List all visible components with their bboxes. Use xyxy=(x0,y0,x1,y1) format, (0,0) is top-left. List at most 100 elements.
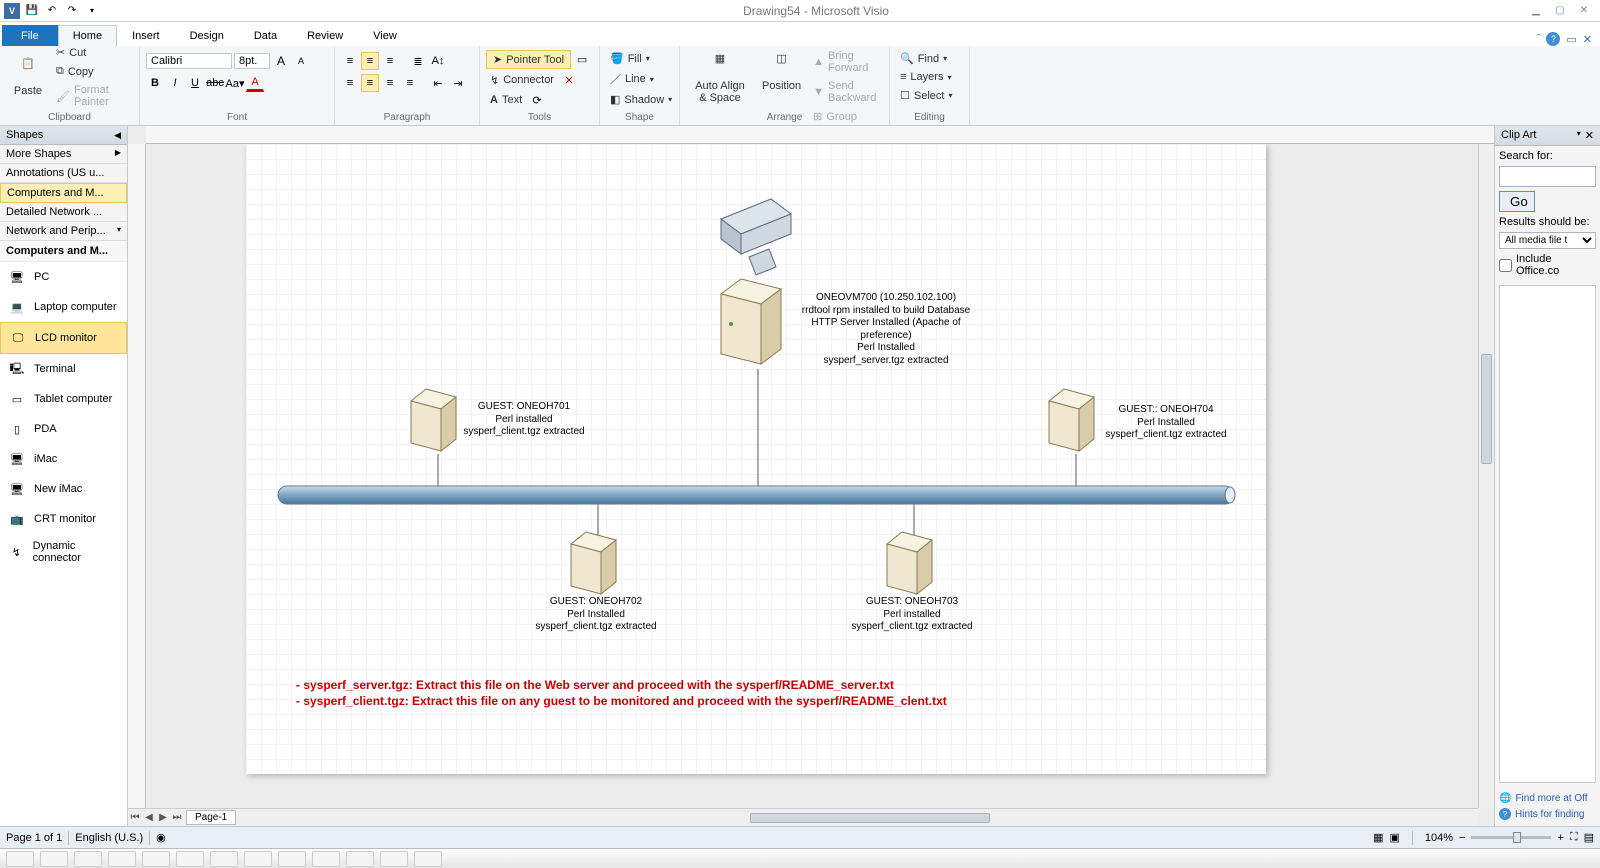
taskbar-item[interactable] xyxy=(74,851,102,867)
taskbar-item[interactable] xyxy=(312,851,340,867)
macro-record-icon[interactable]: ◉ xyxy=(156,831,166,844)
ribbon-minimize-icon[interactable]: ˆ xyxy=(1537,33,1541,45)
underline-button[interactable]: U xyxy=(186,74,204,92)
taskbar-item[interactable] xyxy=(40,851,68,867)
shape-pc[interactable]: 🖥PC xyxy=(0,262,127,292)
paste-button[interactable]: 📋 Paste xyxy=(6,53,50,101)
vertical-scrollbar[interactable] xyxy=(1478,144,1494,808)
fit-page-icon[interactable]: ⛶ xyxy=(1570,831,1578,844)
qat-more-icon[interactable]: ▾ xyxy=(84,3,100,19)
note-client[interactable]: - sysperf_client.tgz: Extract this file … xyxy=(296,694,947,708)
bullets-button[interactable]: ≣ xyxy=(409,52,427,70)
hints-link[interactable]: ?Hints for finding xyxy=(1499,806,1596,822)
align-top-button[interactable]: ≡ xyxy=(341,52,359,70)
hscroll-thumb[interactable] xyxy=(750,813,990,823)
align-center-button[interactable]: ≡ xyxy=(361,74,379,92)
bold-button[interactable]: B xyxy=(146,74,164,92)
guest702-label[interactable]: GUEST: ONEOH702 Perl Installed sysperf_c… xyxy=(531,596,661,634)
guest704-label[interactable]: GUEST:: ONEOH704 Perl Installed sysperf_… xyxy=(1101,404,1231,442)
text-tool-button[interactable]: AText xyxy=(486,92,526,108)
shape-dynamic-connector[interactable]: ↯Dynamic connector xyxy=(0,534,127,570)
stencil-computers[interactable]: Computers and M... xyxy=(0,183,127,203)
tab-file[interactable]: File xyxy=(2,25,58,46)
close-icon[interactable]: ✕ xyxy=(1576,3,1592,19)
find-more-link[interactable]: 🌐Find more at Off xyxy=(1499,791,1596,806)
shape-laptop[interactable]: 💻Laptop computer xyxy=(0,292,127,322)
align-right-button[interactable]: ≡ xyxy=(381,74,399,92)
zoom-slider[interactable] xyxy=(1471,836,1551,839)
guest701-label[interactable]: GUEST: ONEOH701 Perl installed sysperf_c… xyxy=(459,401,589,439)
taskbar-item[interactable] xyxy=(346,851,374,867)
indent-dec-button[interactable]: ⇤ xyxy=(429,74,447,92)
clipart-close-icon[interactable]: ✕ xyxy=(1585,129,1594,142)
case-button[interactable]: Aa▾ xyxy=(226,74,244,92)
tab-home[interactable]: Home xyxy=(58,25,117,47)
find-button[interactable]: 🔍Find▾ xyxy=(896,50,963,67)
connector-tool-button[interactable]: ↯Connector xyxy=(486,72,558,89)
zoom-label[interactable]: 104% xyxy=(1425,832,1453,844)
align-left-button[interactable]: ≡ xyxy=(341,74,359,92)
position-button[interactable]: ◫Position xyxy=(756,48,807,96)
server-main-shape[interactable] xyxy=(721,279,781,364)
font-color-button[interactable]: A xyxy=(246,74,264,92)
shadow-button[interactable]: ◧Shadow▾ xyxy=(606,91,673,108)
fill-button[interactable]: 🪣Fill▾ xyxy=(606,50,673,67)
send-backward-button[interactable]: ▼Send Backward xyxy=(809,78,883,106)
canvas-viewport[interactable]: ONEOVM700 (10.250.102.100) rrdtool rpm i… xyxy=(146,144,1494,808)
redo-icon[interactable]: ↷ xyxy=(64,3,80,19)
more-shapes-button[interactable]: More Shapes▶ xyxy=(0,145,127,164)
tab-design[interactable]: Design xyxy=(175,25,239,46)
collapse-shapes-icon[interactable]: ◀ xyxy=(114,130,121,141)
select-button[interactable]: ☐Select▾ xyxy=(896,87,963,104)
shape-new-imac[interactable]: 🖥New iMac xyxy=(0,474,127,504)
align-justify-button[interactable]: ≡ xyxy=(401,74,419,92)
clipart-search-input[interactable] xyxy=(1499,166,1596,187)
lang-status[interactable]: English (U.S.) xyxy=(75,832,143,844)
taskbar-item[interactable] xyxy=(142,851,170,867)
window-restore-icon[interactable]: ▭ xyxy=(1566,33,1576,46)
indent-inc-button[interactable]: ⇥ xyxy=(449,74,467,92)
media-type-select[interactable]: All media file t xyxy=(1499,232,1596,249)
rect-tool-icon[interactable]: ▭ xyxy=(573,51,591,69)
font-size-select[interactable] xyxy=(234,53,270,69)
delete-conn-icon[interactable]: ✕ xyxy=(560,71,578,89)
grow-font-icon[interactable]: A xyxy=(272,52,290,70)
horizontal-scrollbar[interactable] xyxy=(262,808,1478,826)
monitor-shape[interactable] xyxy=(721,199,791,275)
bring-forward-button[interactable]: ▲Bring Forward xyxy=(809,48,883,76)
shape-pda[interactable]: ▯PDA xyxy=(0,414,127,444)
italic-button[interactable]: I xyxy=(166,74,184,92)
shape-terminal[interactable]: 🖳Terminal xyxy=(0,354,127,384)
tab-view[interactable]: View xyxy=(358,25,412,46)
guest703-label[interactable]: GUEST: ONEOH703 Perl installed sysperf_c… xyxy=(847,596,977,634)
taskbar-item[interactable] xyxy=(210,851,238,867)
save-icon[interactable]: 💾 xyxy=(24,3,40,19)
taskbar-item[interactable] xyxy=(278,851,306,867)
taskbar-item[interactable] xyxy=(244,851,272,867)
shape-lcd-monitor[interactable]: 🖵LCD monitor xyxy=(0,322,127,354)
clipart-go-button[interactable]: Go xyxy=(1499,191,1535,212)
pointer-tool-button[interactable]: ➤Pointer Tool xyxy=(486,50,571,69)
zoom-in-icon[interactable]: + xyxy=(1557,832,1563,844)
tab-insert[interactable]: Insert xyxy=(117,25,175,46)
undo-icon[interactable]: ↶ xyxy=(44,3,60,19)
note-server[interactable]: - sysperf_server.tgz: Extract this file … xyxy=(296,678,894,692)
vscroll-thumb[interactable] xyxy=(1481,354,1492,464)
stencil-network-periph[interactable]: Network and Perip...▾ xyxy=(0,222,127,241)
shape-tablet[interactable]: ▭Tablet computer xyxy=(0,384,127,414)
tab-data[interactable]: Data xyxy=(239,25,292,46)
taskbar-item[interactable] xyxy=(380,851,408,867)
last-page-icon[interactable]: ⏭ xyxy=(170,812,184,823)
window-close2-icon[interactable]: ✕ xyxy=(1583,33,1592,46)
server-704-shape[interactable] xyxy=(1049,389,1094,451)
align-middle-button[interactable]: ≡ xyxy=(361,52,379,70)
layers-button[interactable]: ≡Layers▾ xyxy=(896,69,963,85)
shape-imac[interactable]: 🖥iMac xyxy=(0,444,127,474)
line-button[interactable]: ／Line▾ xyxy=(606,69,673,89)
taskbar-item[interactable] xyxy=(108,851,136,867)
font-name-select[interactable] xyxy=(146,53,232,69)
prev-page-icon[interactable]: ◀ xyxy=(142,812,156,823)
server-701-shape[interactable] xyxy=(411,389,456,451)
switch-window-icon[interactable]: ▤ xyxy=(1584,831,1594,844)
page-tab[interactable]: Page-1 xyxy=(186,810,236,825)
